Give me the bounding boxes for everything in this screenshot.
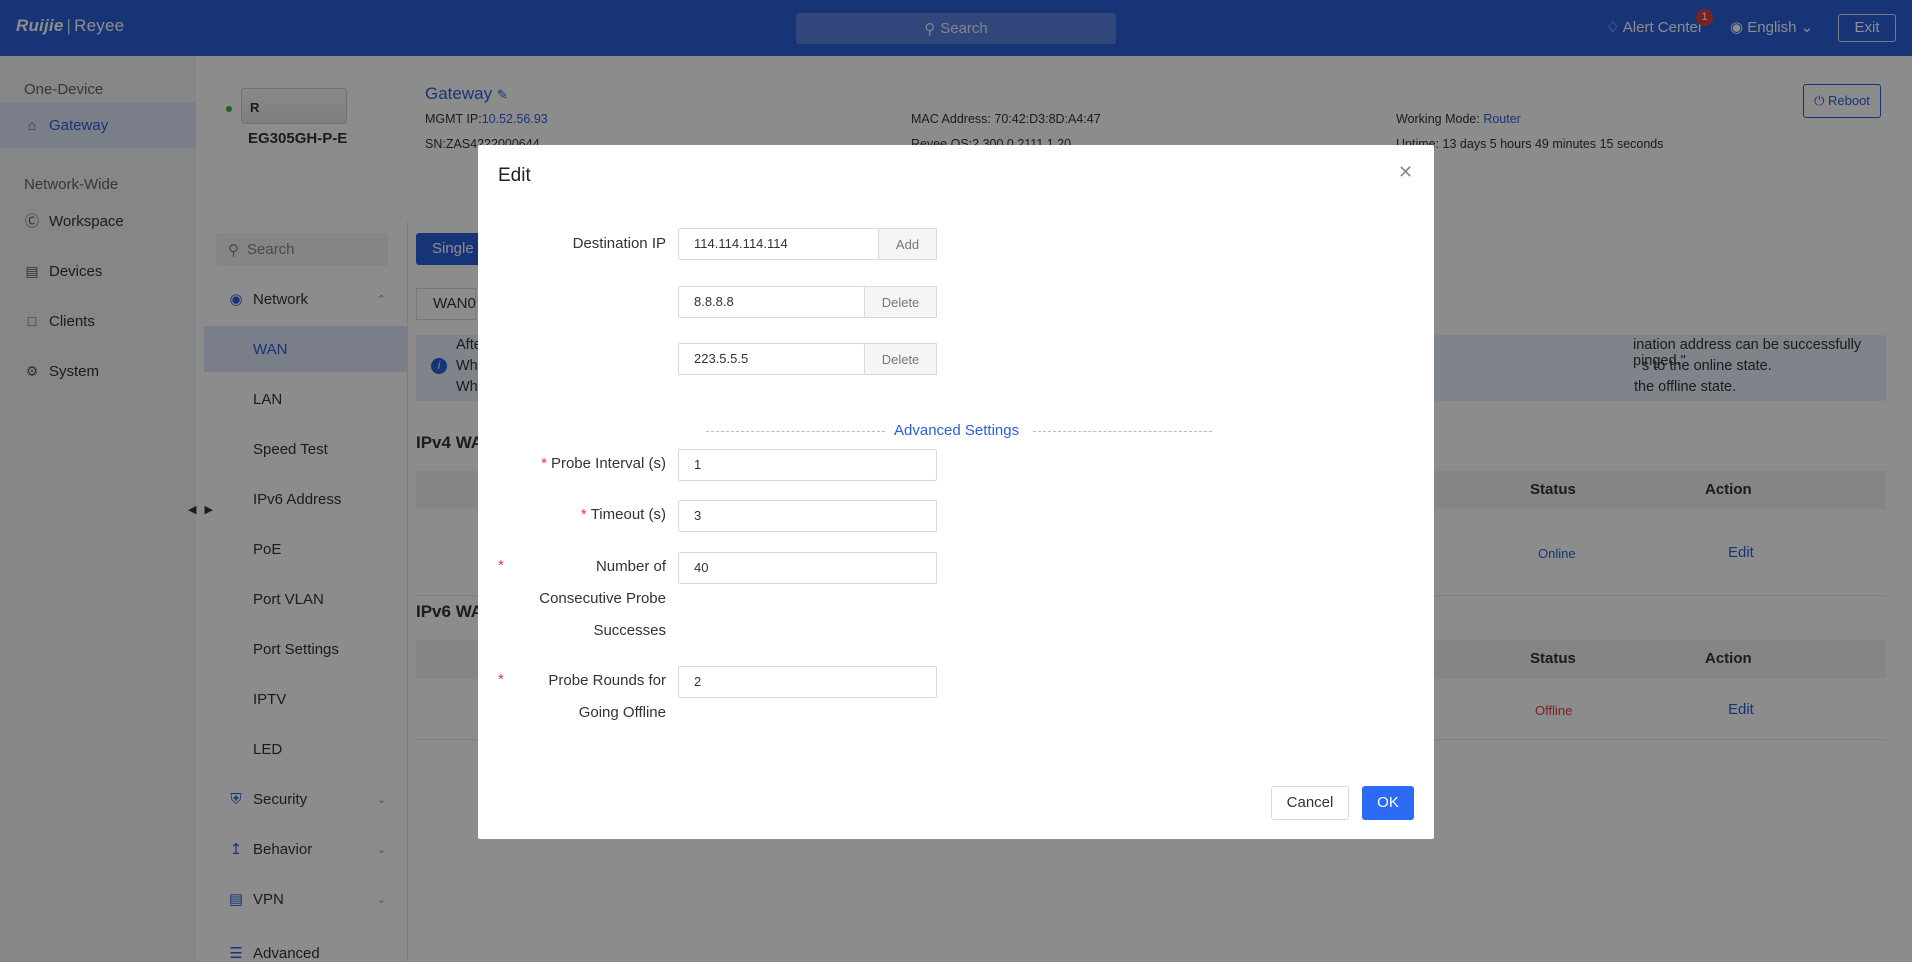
- delete-ip-button-3[interactable]: Delete: [864, 343, 937, 375]
- consecutive-successes-label-2: Consecutive Probe: [539, 590, 666, 607]
- advanced-divider-left: [706, 431, 885, 432]
- timeout-label: * Timeout (s): [498, 499, 666, 531]
- consecutive-successes-label-3: Successes: [593, 622, 666, 639]
- destination-ip-label: Destination IP: [572, 235, 666, 252]
- probe-interval-label-text: Probe Interval (s): [550, 455, 666, 472]
- advanced-divider-right: [1033, 431, 1212, 432]
- delete-ip-button-2[interactable]: Delete: [864, 286, 937, 318]
- probe-interval-input[interactable]: 1: [678, 449, 937, 481]
- add-ip-button[interactable]: Add: [878, 228, 937, 260]
- consecutive-successes-input[interactable]: 40: [678, 552, 937, 584]
- close-icon[interactable]: ✕: [1398, 162, 1413, 183]
- offline-rounds-label-2: Going Offline: [578, 704, 666, 721]
- timeout-label-text: Timeout (s): [590, 506, 666, 523]
- advanced-settings-toggle[interactable]: Advanced Settings: [894, 422, 1019, 439]
- destination-ip-input-3[interactable]: 223.5.5.5: [678, 343, 865, 375]
- cancel-button[interactable]: Cancel: [1271, 786, 1349, 820]
- offline-rounds-label-1: Probe Rounds for: [548, 672, 666, 689]
- dialog-title: Edit: [498, 165, 531, 186]
- probe-interval-label: * Probe Interval (s): [498, 448, 666, 480]
- ok-button[interactable]: OK: [1362, 786, 1414, 820]
- offline-rounds-input[interactable]: 2: [678, 666, 937, 698]
- timeout-input[interactable]: 3: [678, 500, 937, 532]
- consecutive-successes-label-1: Number of: [595, 558, 666, 575]
- destination-ip-input-1[interactable]: 114.114.114.114: [678, 228, 879, 260]
- edit-dialog: Edit ✕ Destination IP 114.114.114.114 Ad…: [478, 145, 1434, 839]
- destination-ip-input-2[interactable]: 8.8.8.8: [678, 286, 865, 318]
- required-asterisk: *: [580, 506, 587, 523]
- required-asterisk: *: [541, 455, 547, 472]
